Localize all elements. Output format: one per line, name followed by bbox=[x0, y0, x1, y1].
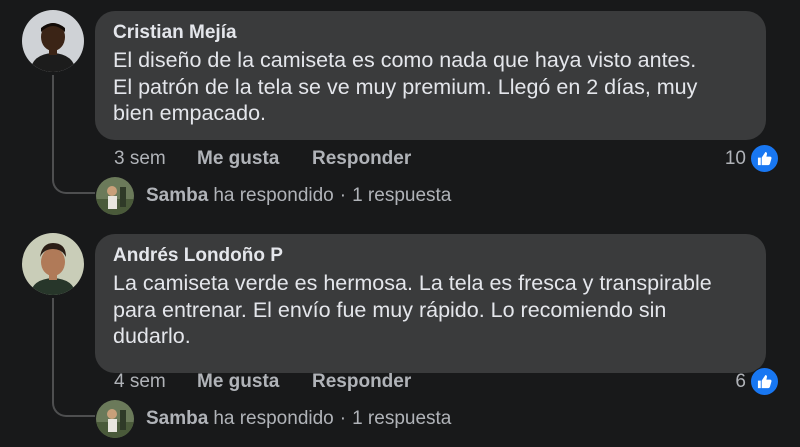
comment-author[interactable]: Cristian Mejía bbox=[113, 22, 766, 44]
comment-author[interactable]: Andrés Londoño P bbox=[113, 245, 766, 267]
separator: · bbox=[339, 408, 347, 429]
replies-link[interactable]: Samba ha respondido · 1 respuesta bbox=[96, 177, 451, 215]
replies-link[interactable]: Samba ha respondido · 1 respuesta bbox=[96, 400, 451, 438]
reaction-summary[interactable]: 10 bbox=[725, 144, 779, 173]
reply-avatar bbox=[96, 400, 134, 438]
separator: · bbox=[339, 185, 347, 206]
comment-text-line: dudarlo. bbox=[113, 324, 191, 348]
comment-text: La camiseta verde es hermosa. La tela es… bbox=[113, 270, 763, 350]
comment-text-line: La camiseta verde es hermosa. La tela es… bbox=[113, 271, 712, 295]
like-button[interactable]: Me gusta bbox=[197, 371, 312, 393]
avatar[interactable] bbox=[22, 233, 84, 295]
reaction-count: 10 bbox=[724, 147, 746, 169]
comment-text-line: El diseño de la camiseta es como nada qu… bbox=[113, 48, 697, 72]
comment-actions: 4 sem Me gusta Responder bbox=[114, 371, 411, 393]
reply-status: ha respondido bbox=[213, 408, 334, 429]
reply-count: 1 respuesta bbox=[352, 408, 452, 429]
comment-bubble: Cristian Mejía El diseño de la camiseta … bbox=[95, 11, 766, 140]
thread-connector bbox=[52, 75, 95, 194]
reply-count: 1 respuesta bbox=[352, 185, 452, 206]
comment-text: El diseño de la camiseta es como nada qu… bbox=[113, 47, 773, 127]
comment-bubble: Andrés Londoño P La camiseta verde es he… bbox=[95, 234, 766, 373]
thumbs-up-icon bbox=[750, 144, 779, 173]
avatar[interactable] bbox=[22, 10, 84, 72]
reply-author: Samba bbox=[146, 408, 209, 429]
reply-status: ha respondido bbox=[213, 185, 334, 206]
comment-actions: 3 sem Me gusta Responder bbox=[114, 148, 411, 170]
reply-author: Samba bbox=[146, 185, 209, 206]
comment-timestamp[interactable]: 3 sem bbox=[114, 148, 197, 170]
like-button[interactable]: Me gusta bbox=[197, 148, 312, 170]
comment-text-line: El patrón de la tela se ve muy premium. … bbox=[113, 74, 698, 99]
reply-button[interactable]: Responder bbox=[312, 148, 411, 169]
reaction-count: 6 bbox=[735, 370, 746, 392]
thread-connector bbox=[52, 298, 95, 417]
comment-text-line: para entrenar. El envío fue muy rápido. … bbox=[113, 297, 667, 322]
reply-button[interactable]: Responder bbox=[312, 371, 411, 392]
comment-timestamp[interactable]: 4 sem bbox=[114, 371, 197, 393]
comment-text-line: bien empacado. bbox=[113, 101, 266, 125]
thumbs-up-icon bbox=[750, 367, 779, 396]
reply-avatar bbox=[96, 177, 134, 215]
reaction-summary[interactable]: 6 bbox=[735, 367, 779, 396]
